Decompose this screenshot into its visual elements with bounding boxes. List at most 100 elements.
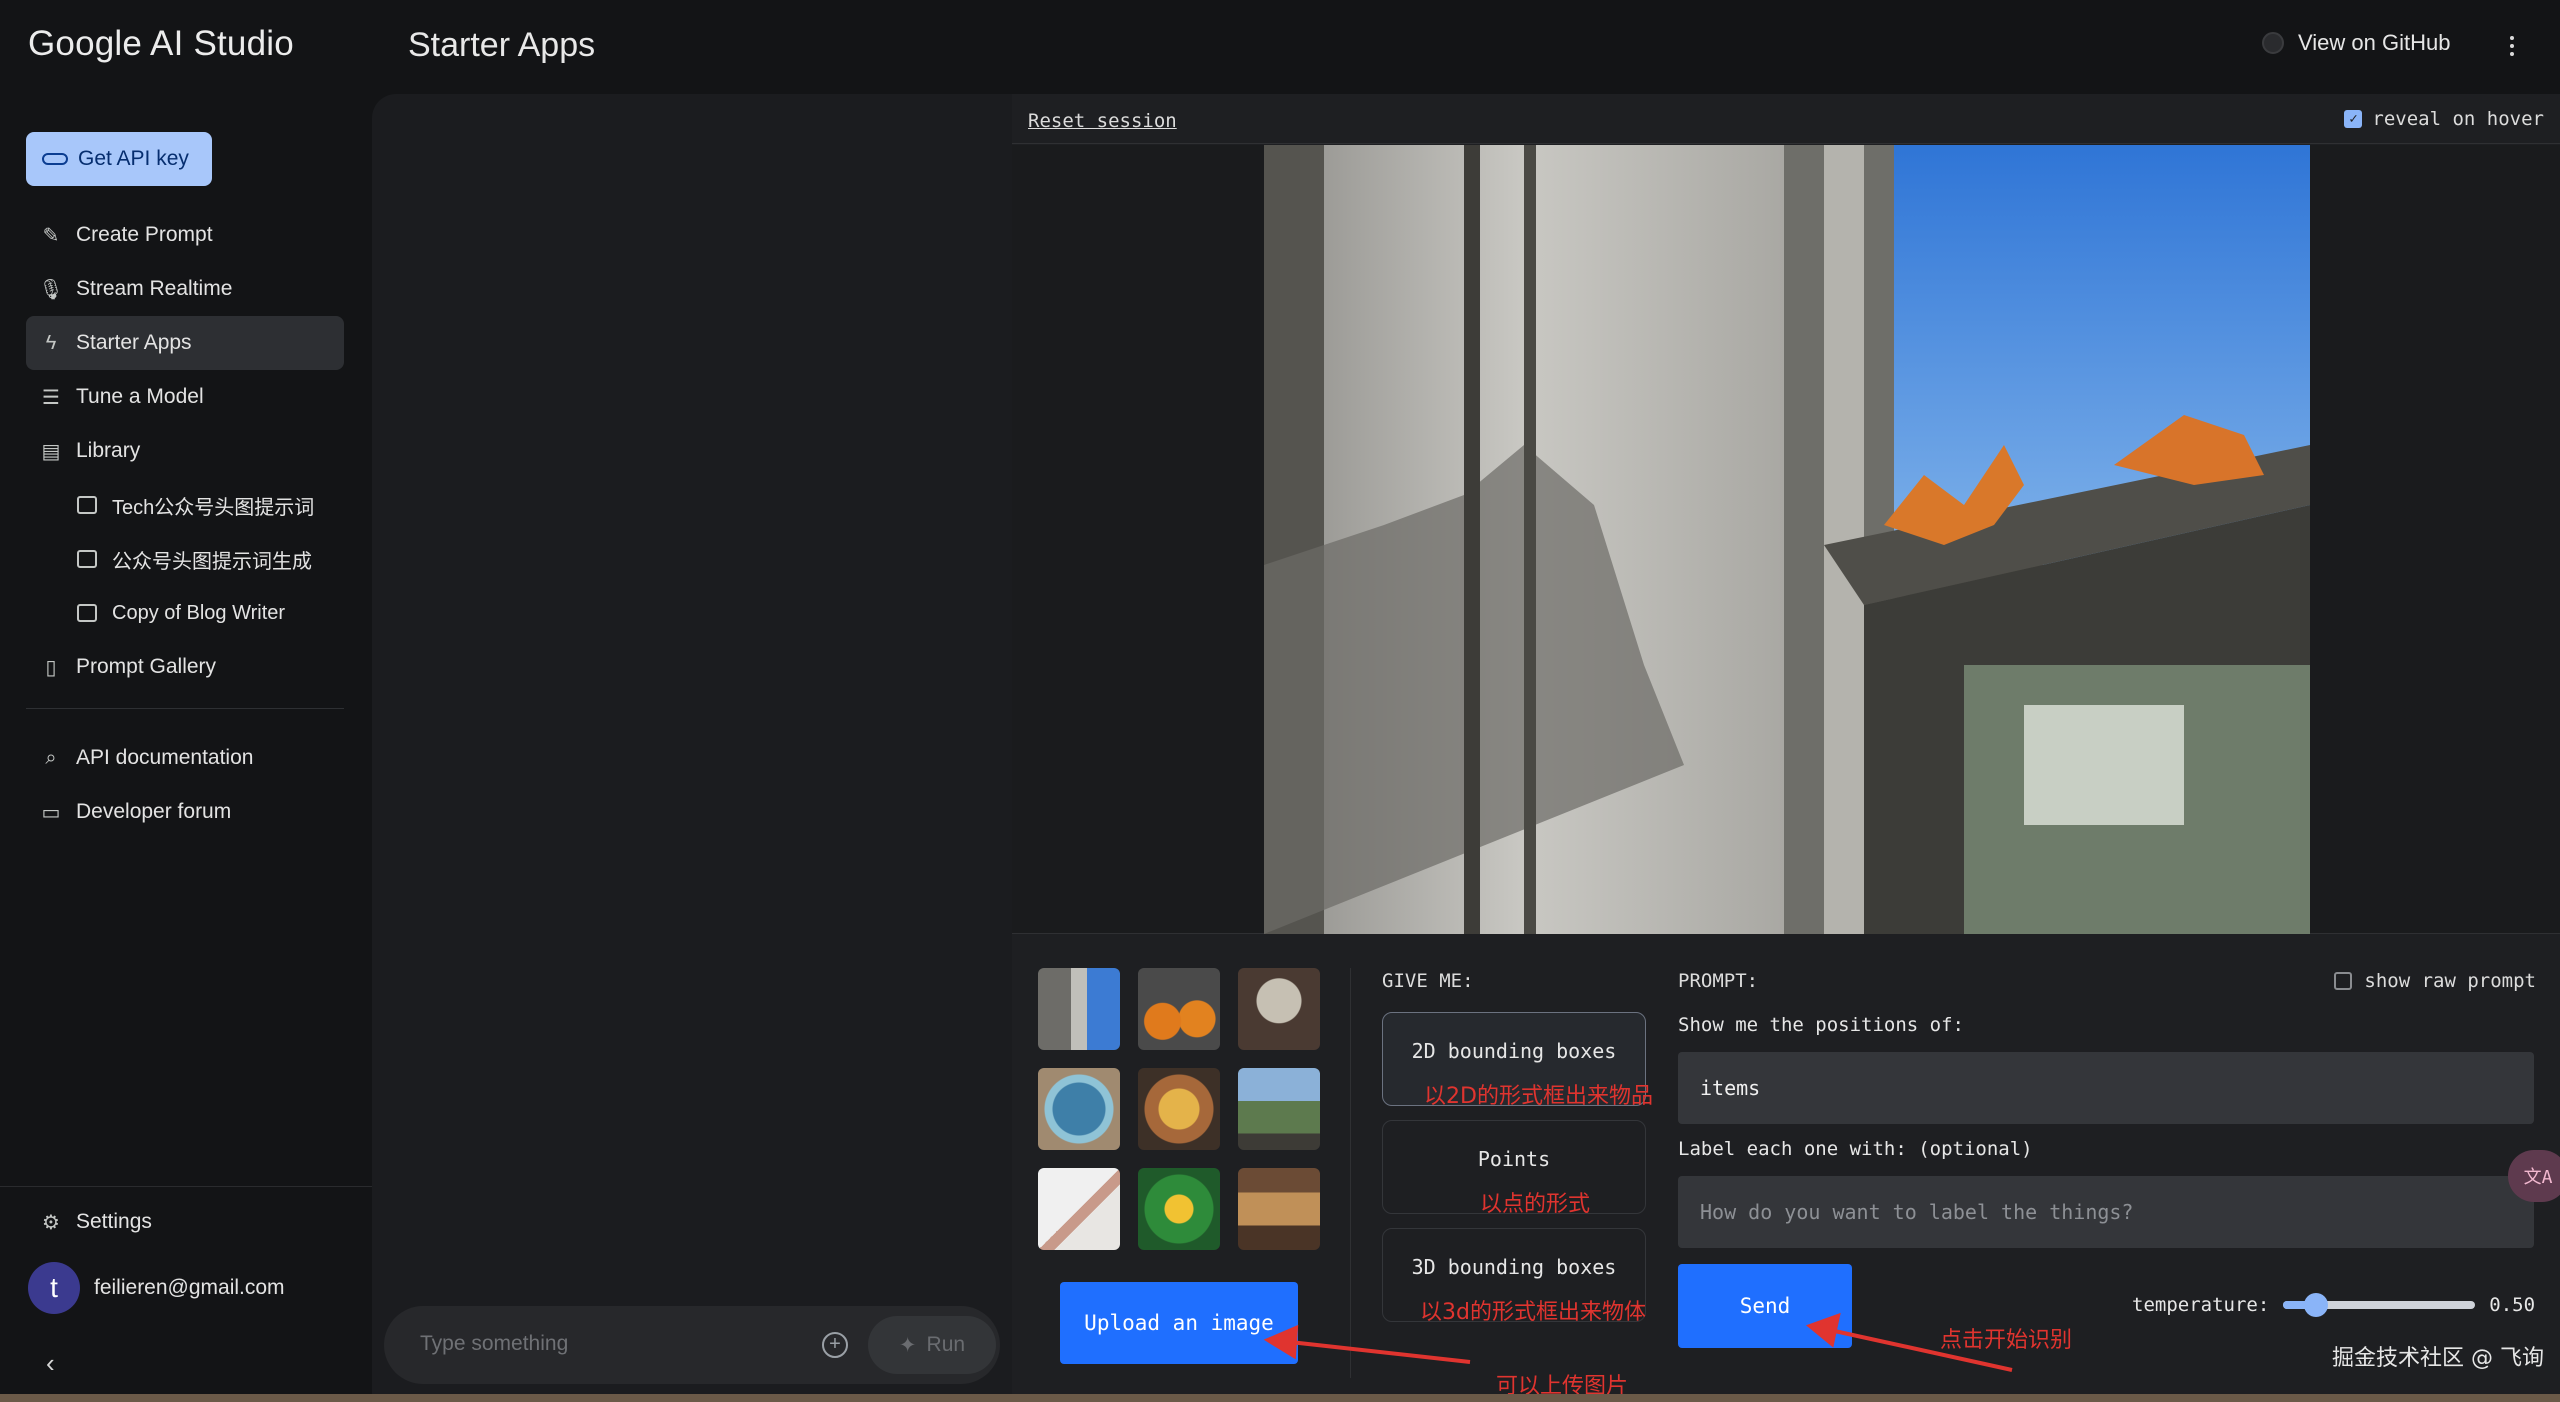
temperature-slider[interactable] xyxy=(2283,1293,2476,1317)
sample-image[interactable] xyxy=(1138,1068,1220,1150)
user-email: feilieren@gmail.com xyxy=(94,1276,285,1299)
chat-input-bar: Type something + ✦ Run xyxy=(384,1306,1000,1384)
sidebar-item-developer-forum[interactable]: ▭ Developer forum xyxy=(26,785,344,839)
show-positions-label: Show me the positions of: xyxy=(1678,1014,1964,1036)
sample-image[interactable] xyxy=(1038,1168,1120,1250)
sample-image[interactable] xyxy=(1138,1168,1220,1250)
sidebar-item-label: Stream Realtime xyxy=(76,277,233,300)
send-button[interactable]: Send xyxy=(1678,1264,1852,1348)
sidebar-bottom-divider xyxy=(0,1186,372,1187)
sidebar-divider xyxy=(26,708,344,709)
collapse-sidebar-icon[interactable]: ‹ xyxy=(46,1348,55,1379)
watermark: 掘金技术社区 @ 飞询 xyxy=(2332,1346,2544,1371)
get-api-key-label: Get API key xyxy=(78,147,189,170)
run-label: Run xyxy=(926,1333,966,1356)
sidebar-item-label: Starter Apps xyxy=(76,331,192,354)
add-media-icon[interactable]: + xyxy=(822,1332,848,1358)
create-prompt-icon: ✎ xyxy=(42,224,60,247)
document-search-icon: ⌕ xyxy=(45,746,57,769)
mode-label: 2D bounding boxes xyxy=(1411,1039,1617,1063)
settings-label: Settings xyxy=(76,1210,152,1233)
sidebar-item-prompt-gallery[interactable]: ▯ Prompt Gallery xyxy=(26,640,344,694)
temperature-label: temperature: xyxy=(2132,1294,2270,1316)
github-icon xyxy=(2262,32,2284,54)
sidebar-item-starter-apps[interactable]: ϟ Starter Apps xyxy=(26,316,344,370)
sliders-icon: ☰ xyxy=(42,386,60,409)
library-item-label: Copy of Blog Writer xyxy=(112,601,286,624)
temperature-value: 0.50 xyxy=(2489,1294,2536,1316)
raw-prompt-checkbox[interactable] xyxy=(2334,972,2353,990)
annotation-points: 以点的形式 xyxy=(1480,1192,1591,1217)
library-item-label: 公众号头图提示词生成 xyxy=(112,550,312,573)
sample-image[interactable] xyxy=(1238,1168,1320,1250)
library-item-tech[interactable]: Tech公众号头图提示词 xyxy=(26,478,344,532)
reveal-checkbox[interactable]: ✓ xyxy=(2344,110,2363,128)
forum-icon: ▭ xyxy=(41,801,61,824)
view-on-github-label: View on GitHub xyxy=(2298,30,2451,55)
chat-icon xyxy=(76,548,98,570)
avatar: t xyxy=(28,1262,80,1314)
page-title: Starter Apps xyxy=(408,26,596,64)
reveal-on-hover-toggle[interactable]: ✓ reveal on hover xyxy=(2344,108,2544,130)
sample-image[interactable] xyxy=(1038,968,1120,1050)
view-on-github-link[interactable]: View on GitHub xyxy=(2262,30,2450,56)
library-item-gongzhonghao[interactable]: 公众号头图提示词生成 xyxy=(26,532,344,586)
sidebar-item-label: Library xyxy=(76,439,141,462)
chat-icon xyxy=(76,602,98,624)
preview-image xyxy=(1264,145,2310,934)
show-raw-prompt-toggle[interactable]: show raw prompt xyxy=(2334,970,2536,992)
temperature-control: temperature: 0.50 xyxy=(2132,1293,2536,1317)
sidebar-item-stream-realtime[interactable]: 🎙 Stream Realtime xyxy=(26,262,344,316)
label-input[interactable]: How do you want to label the things? xyxy=(1678,1176,2534,1248)
app-header: Reset session ✓ reveal on hover xyxy=(1012,94,2560,144)
mode-label: 3D bounding boxes xyxy=(1411,1255,1617,1279)
brand-logo[interactable]: Google AI Studio xyxy=(28,24,294,64)
user-account[interactable]: t feilieren@gmail.com xyxy=(28,1262,285,1314)
settings-button[interactable]: ⚙ Settings xyxy=(40,1210,152,1234)
sidebar-item-library[interactable]: ▤ Library xyxy=(26,424,344,478)
sample-image[interactable] xyxy=(1038,1068,1120,1150)
sidebar-item-label: Prompt Gallery xyxy=(76,655,217,678)
gear-icon: ⚙ xyxy=(42,1211,60,1234)
translate-icon[interactable]: 文A xyxy=(2508,1150,2560,1202)
annotation-2d: 以2D的形式框出来物品 xyxy=(1424,1084,1653,1109)
bolt-icon: ϟ xyxy=(45,331,57,354)
annotation-send: 点击开始识别 xyxy=(1940,1328,2073,1353)
upload-image-button[interactable]: Upload an image xyxy=(1060,1282,1298,1364)
reset-session-link[interactable]: Reset session xyxy=(1028,110,1177,132)
label-with-label: Label each one with: (optional) xyxy=(1678,1138,2033,1160)
give-me-label: GIVE ME: xyxy=(1382,970,1474,992)
bottom-strip xyxy=(0,1394,2560,1402)
sample-image[interactable] xyxy=(1238,1068,1320,1150)
sidebar-item-tune-a-model[interactable]: ☰ Tune a Model xyxy=(26,370,344,424)
run-button[interactable]: ✦ Run xyxy=(868,1316,996,1374)
chat-input[interactable]: Type something xyxy=(420,1332,568,1356)
get-api-key-button[interactable]: Get API key xyxy=(26,132,212,186)
sidebar-item-label: API documentation xyxy=(76,746,254,769)
gallery-icon: ▯ xyxy=(45,656,57,679)
sidebar-nav: ✎ Create Prompt 🎙 Stream Realtime ϟ Star… xyxy=(26,208,344,839)
mode-label: Points xyxy=(1477,1147,1551,1171)
sample-image[interactable] xyxy=(1138,968,1220,1050)
sparkle-icon: ✦ xyxy=(898,1333,917,1357)
spatial-app: Reset session ✓ reveal on hover Upload a… xyxy=(1012,94,2560,1394)
sidebar-item-create-prompt[interactable]: ✎ Create Prompt xyxy=(26,208,344,262)
top-bar: Google AI Studio Starter Apps View on Gi… xyxy=(0,0,2560,94)
library-item-blog-writer[interactable]: Copy of Blog Writer xyxy=(26,586,344,640)
key-icon xyxy=(42,153,68,165)
temperature-slider-handle[interactable] xyxy=(2303,1293,2328,1317)
prompt-label: PROMPT: xyxy=(1678,970,1759,992)
more-options-icon[interactable] xyxy=(2500,30,2524,62)
sidebar-item-label: Create Prompt xyxy=(76,223,213,246)
chat-icon xyxy=(76,494,98,516)
sidebar-item-api-docs[interactable]: ⌕ API documentation xyxy=(26,731,344,785)
library-icon: ▤ xyxy=(41,440,61,463)
image-preview-area xyxy=(1012,145,2560,934)
items-input[interactable]: items xyxy=(1678,1052,2534,1124)
chat-panel: Type something + ✦ Run xyxy=(372,94,1012,1394)
sample-image[interactable] xyxy=(1238,968,1320,1050)
microphone-icon: 🎙 xyxy=(38,278,64,301)
sidebar-item-label: Developer forum xyxy=(76,800,232,823)
sidebar-item-label: Tune a Model xyxy=(76,385,204,408)
reveal-label: reveal on hover xyxy=(2372,108,2544,130)
